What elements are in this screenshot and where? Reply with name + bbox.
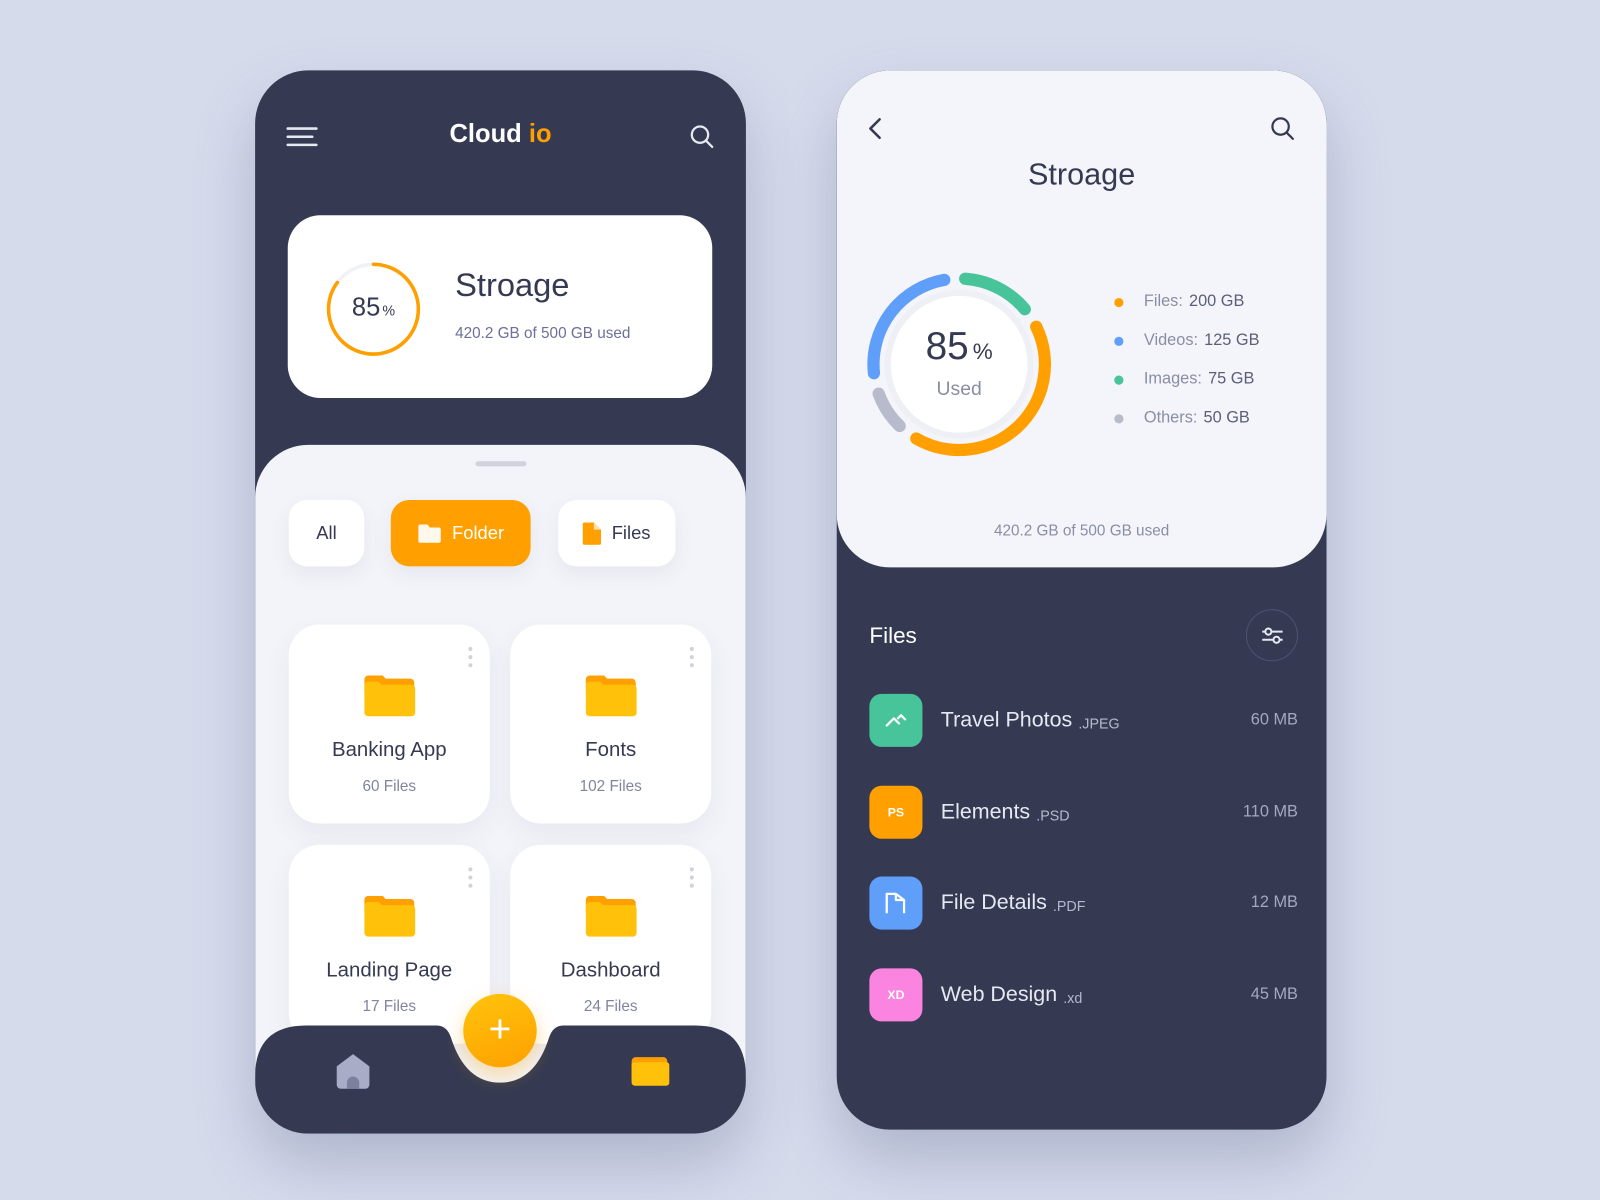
folder-card[interactable]: Fonts 102 Files — [510, 624, 712, 824]
file-list-item[interactable]: XD Web Design .xd 45 MB — [869, 967, 1298, 1021]
donut-percent: 85% — [925, 325, 993, 369]
legend-item: Images: 75 GB — [1114, 370, 1255, 388]
more-options-icon[interactable] — [468, 867, 473, 888]
storage-footer: 420.2 GB of 500 GB used — [993, 522, 1170, 540]
filter-button[interactable] — [1245, 609, 1298, 662]
folder-file-count: 102 Files — [579, 777, 642, 795]
more-options-icon[interactable] — [689, 867, 694, 888]
folder-card[interactable]: Banking App 60 Files — [288, 624, 490, 824]
file-size: 60 MB — [1250, 711, 1298, 729]
image-icon — [869, 693, 923, 747]
legend-label: Images: — [1143, 370, 1202, 388]
file-size: 110 MB — [1242, 802, 1298, 820]
legend-value: 200 GB — [1189, 292, 1245, 311]
back-chevron-icon[interactable] — [867, 117, 883, 140]
folder-icon — [585, 675, 637, 717]
storage-subtitle: 420.2 GB of 500 GB used — [455, 324, 631, 342]
file-icon — [583, 521, 602, 545]
folder-file-count: 24 Files — [583, 997, 638, 1016]
tab-folder[interactable]: Folder — [390, 499, 531, 567]
home-screen: Cloud io 85% Stroage 420.2 GB of 500 GB … — [255, 70, 746, 1134]
storage-percent: 85% — [351, 292, 396, 322]
document-icon — [869, 876, 923, 930]
app-logo: Cloud io — [449, 119, 552, 148]
files-section-title: Files — [869, 622, 917, 648]
legend-label: Videos: — [1143, 331, 1199, 349]
folder-name: Banking App — [331, 738, 447, 762]
folder-name: Landing Page — [326, 959, 453, 982]
storage-overview-panel: Stroage 85% Used Files: 200 GB Videos: 125 … — [836, 70, 1327, 568]
file-extension: .PDF — [1052, 897, 1086, 915]
folder-icon — [418, 524, 441, 543]
storage-title: Stroage — [455, 266, 570, 304]
legend-value: 75 GB — [1208, 370, 1255, 388]
drag-handle[interactable] — [475, 461, 527, 467]
legend-item: Videos: 125 GB — [1114, 331, 1260, 350]
file-list-item[interactable]: File Details .PDF 12 MB — [869, 876, 1298, 930]
folder-name: Dashboard — [560, 959, 661, 982]
photoshop-icon: PS — [869, 785, 923, 839]
legend-value: 125 GB — [1204, 331, 1260, 349]
folder-nav-icon[interactable] — [631, 1056, 670, 1087]
legend-item: Files: 200 GB — [1114, 292, 1245, 311]
folder-card[interactable]: Landing Page 17 Files — [288, 844, 490, 1044]
more-options-icon[interactable] — [468, 646, 473, 668]
folder-file-count: 60 Files — [362, 777, 417, 795]
add-button[interactable]: + — [463, 993, 537, 1068]
legend-item: Others: 50 GB — [1114, 409, 1250, 427]
file-size: 12 MB — [1250, 893, 1298, 912]
folder-name: Fonts — [585, 738, 637, 762]
folder-card[interactable]: Dashboard 24 Files — [510, 844, 712, 1044]
legend-label: Others: — [1143, 409, 1198, 427]
home-icon[interactable] — [335, 1052, 372, 1091]
legend-label: Files: — [1143, 292, 1183, 311]
file-list-item[interactable]: Travel Photos .JPEG 60 MB — [869, 693, 1298, 747]
tab-all[interactable]: All — [288, 499, 365, 567]
file-name: Elements — [940, 799, 1031, 823]
legend-dot — [1114, 336, 1124, 346]
file-name: Web Design — [940, 982, 1058, 1006]
legend-dot — [1114, 413, 1124, 423]
file-name: File Details — [940, 890, 1047, 915]
file-extension: .xd — [1063, 989, 1083, 1006]
folder-icon — [585, 895, 637, 937]
storage-summary-card[interactable]: 85% Stroage 420.2 GB of 500 GB used — [287, 215, 713, 398]
page-title: Stroage — [1028, 158, 1136, 192]
legend-dot — [1114, 374, 1124, 385]
file-extension: .PSD — [1036, 806, 1070, 823]
folder-file-count: 17 Files — [362, 997, 417, 1016]
file-name: Travel Photos — [940, 708, 1073, 732]
search-icon[interactable] — [1270, 116, 1294, 140]
folder-icon — [364, 895, 416, 937]
xd-icon: XD — [869, 967, 923, 1021]
file-size: 45 MB — [1250, 985, 1298, 1003]
folder-icon — [364, 675, 416, 717]
file-extension: .JPEG — [1078, 715, 1120, 732]
search-icon[interactable] — [690, 124, 714, 149]
legend-dot — [1114, 297, 1124, 307]
sliders-icon — [1261, 627, 1283, 644]
legend-value: 50 GB — [1203, 409, 1250, 427]
more-options-icon[interactable] — [689, 646, 694, 668]
tab-files[interactable]: Files — [558, 499, 676, 567]
file-list-item[interactable]: PS Elements .PSD 110 MB — [869, 785, 1298, 839]
donut-used-label: Used — [936, 378, 982, 400]
storage-detail-screen: Stroage 85% Used Files: 200 GB Videos: 125 … — [836, 70, 1327, 1130]
